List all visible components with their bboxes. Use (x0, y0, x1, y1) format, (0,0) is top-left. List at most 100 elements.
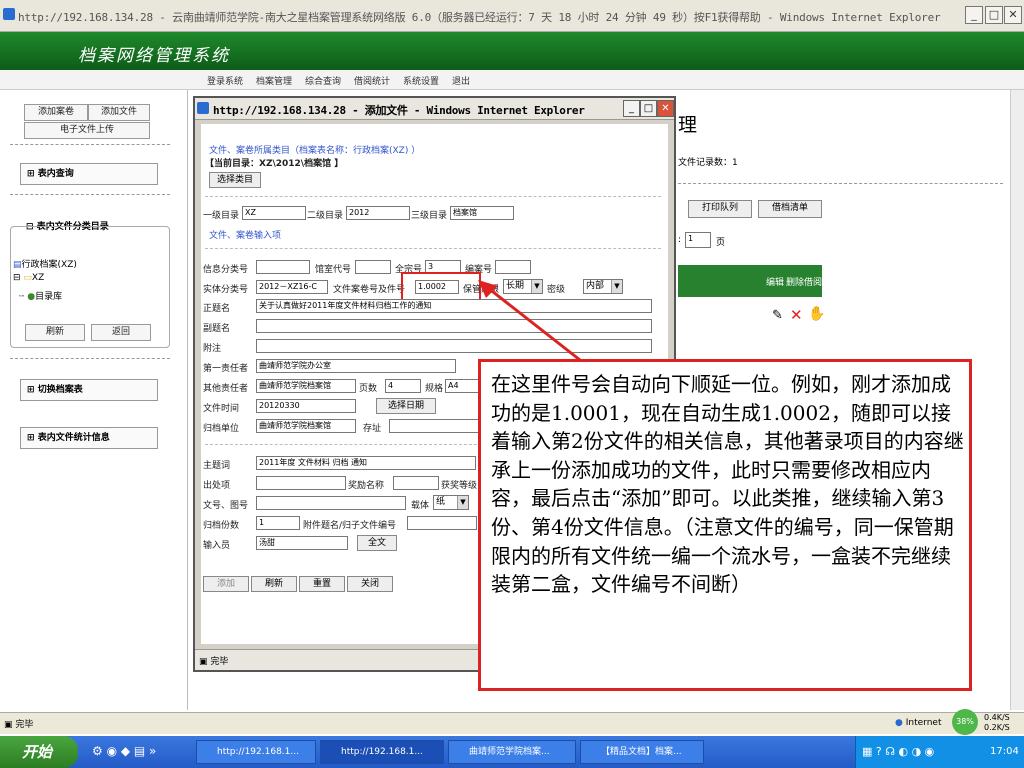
stats-button[interactable]: ⊞ 表内文件统计信息 (20, 427, 158, 449)
award-field[interactable] (393, 476, 439, 490)
popup-maximize-button[interactable]: □ (640, 100, 657, 117)
tray-icons[interactable]: ▦ ? ☊ ◐ ◑ ◉ (862, 745, 934, 758)
tree-root[interactable]: ▤行政档案(XZ) (13, 257, 77, 270)
close-button[interactable]: 关闭 (347, 576, 393, 592)
date-label: 文件时间 (203, 404, 240, 414)
close-window-button[interactable]: ✕ (1004, 6, 1022, 24)
delete-icon[interactable]: ✕ (790, 306, 803, 324)
e-file-upload-button[interactable]: 电子文件上传 (24, 122, 150, 139)
resp1-field[interactable]: 曲靖师范学院办公室 (256, 359, 456, 373)
entity-class-field[interactable]: 2012－XZ16-C (256, 280, 328, 294)
menu-query[interactable]: 综合查询 (305, 74, 341, 87)
divider (10, 144, 170, 145)
add-folder-button[interactable]: 添加案卷 (24, 104, 88, 121)
table-query-label: 表内查询 (37, 169, 74, 179)
level1-field[interactable]: XZ (242, 206, 306, 220)
level1-label: 一级目录 (203, 211, 240, 221)
input-user-label: 输入员 (203, 541, 231, 551)
source-field[interactable] (256, 476, 346, 490)
top-menu: 登录系统 档案管理 综合查询 借阅统计 系统设置 退出 (0, 70, 1024, 90)
task-doc-2[interactable]: 【精品文档】档案... (580, 740, 704, 764)
menu-login[interactable]: 登录系统 (207, 74, 243, 87)
borrow-list-button[interactable]: 借档清单 (758, 200, 822, 218)
choose-catalog-button[interactable]: 选择类目 (209, 172, 261, 188)
stats-label: 表内文件统计信息 (37, 433, 110, 443)
menu-archive[interactable]: 档案管理 (256, 74, 292, 87)
page-icon: ▣ (199, 657, 208, 667)
form-refresh-button[interactable]: 刷新 (251, 576, 297, 592)
page-scrollbar[interactable] (1010, 90, 1024, 710)
database-icon: ▤ (13, 260, 22, 270)
reset-button[interactable]: 重置 (299, 576, 345, 592)
page-icon: ▣ (4, 720, 13, 730)
info-class-field[interactable] (256, 260, 310, 274)
zone-label: ● Internet (895, 718, 941, 728)
catalog-no-field[interactable] (495, 260, 531, 274)
divider (678, 183, 1003, 184)
tree-leaf[interactable]: ┈ ●目录库 (19, 289, 62, 302)
doc-no-field[interactable] (256, 496, 406, 510)
progress-badge: 38% (952, 709, 978, 735)
add-file-button[interactable]: 添加文件 (88, 104, 150, 121)
level3-field[interactable]: 档案馆 (450, 206, 514, 220)
switch-table-button[interactable]: ⊞ 切换档案表 (20, 379, 158, 401)
chevron-down-icon: ▼ (457, 496, 468, 509)
task-doc-1[interactable]: 曲靖师范学院档案... (448, 740, 576, 764)
archive-unit-field[interactable]: 曲靖师范学院档案馆 (256, 419, 356, 433)
app-title: 档案网络管理系统 (78, 46, 230, 66)
borrow-icon[interactable]: ✋ (808, 306, 825, 322)
add-button[interactable]: 添加 (203, 576, 249, 592)
subject-field[interactable]: 2011年度 文件材料 归档 通知 (256, 456, 476, 470)
tree-node-xz[interactable]: ⊟ ▭XZ (13, 273, 44, 283)
ie-icon (3, 8, 15, 20)
table-query-button[interactable]: ⊞ 表内查询 (20, 163, 158, 185)
quick-launch-icons[interactable]: ⚙ ◉ ◆ ▤ » (92, 744, 156, 758)
popup-close-button[interactable]: ✕ (657, 100, 674, 117)
upload-speed: 0.4K/S (984, 713, 1010, 722)
fulltext-button[interactable]: 全文 (357, 535, 397, 551)
storage-field[interactable] (389, 419, 479, 433)
entity-class-label: 实体分类号 (203, 285, 249, 295)
browser-status-bar: ▣ 完毕 ● Internet 38% 0.4K/S 0.2K/S (0, 709, 1024, 735)
maximize-button[interactable]: □ (985, 6, 1003, 24)
edit-icon[interactable]: ✎ (772, 308, 783, 323)
clock: 17:04 (990, 746, 1019, 757)
sidebar: 添加案卷 添加文件 电子文件上传 ⊞ 表内查询 ⊟ 表内文件分类目录 ▤行政档案… (0, 90, 188, 710)
app-header: 档案网络管理系统 (0, 32, 1024, 70)
award-label: 奖励名称 (348, 481, 385, 491)
task-ie-1[interactable]: http://192.168.1... (196, 740, 316, 764)
print-queue-button[interactable]: 打印队列 (688, 200, 752, 218)
choose-date-button[interactable]: 选择日期 (376, 398, 436, 414)
carrier-select[interactable]: 纸 ▼ (433, 495, 469, 510)
back-button[interactable]: 返回 (91, 324, 151, 341)
callout-text: 在这里件号会自动向下顺延一位。例如，刚才添加成功的是1.0001，现在自动生成1… (491, 372, 964, 597)
input-user-field[interactable]: 汤甜 (256, 536, 348, 550)
copies-field[interactable]: 1 (256, 516, 300, 530)
popup-status-text: ▣ 完毕 (199, 654, 228, 667)
room-code-field[interactable] (355, 260, 391, 274)
level2-field[interactable]: 2012 (346, 206, 410, 220)
ie-icon (197, 102, 209, 114)
menu-exit[interactable]: 退出 (452, 74, 470, 87)
download-speed: 0.2K/S (984, 723, 1010, 732)
refresh-button[interactable]: 刷新 (25, 324, 85, 341)
spec-field[interactable]: A4 (445, 379, 479, 393)
storage-label: 存址 (363, 424, 382, 434)
date-field[interactable]: 20120330 (256, 399, 356, 413)
attach-label: 附件题名/归子文件编号 (303, 521, 397, 531)
leaf-icon: ● (27, 292, 36, 302)
popup-minimize-button[interactable]: _ (623, 100, 640, 117)
col-edit: 编辑 (766, 278, 785, 288)
page-input[interactable]: 1 (685, 232, 711, 248)
popup-title: http://192.168.134.28 - 添加文件 - Windows I… (213, 104, 585, 117)
minimize-button[interactable]: _ (965, 6, 983, 24)
pages-field[interactable]: 4 (385, 379, 421, 393)
attach-field[interactable] (407, 516, 477, 530)
task-ie-2[interactable]: http://192.168.1... (320, 740, 444, 764)
doc-no-label: 文号、图号 (203, 501, 249, 511)
carrier-value: 纸 (436, 497, 446, 507)
menu-settings[interactable]: 系统设置 (403, 74, 439, 87)
menu-borrow[interactable]: 借阅统计 (354, 74, 390, 87)
start-button[interactable]: 开始 (0, 736, 78, 768)
resp-other-field[interactable]: 曲靖师范学院档案馆 (256, 379, 356, 393)
